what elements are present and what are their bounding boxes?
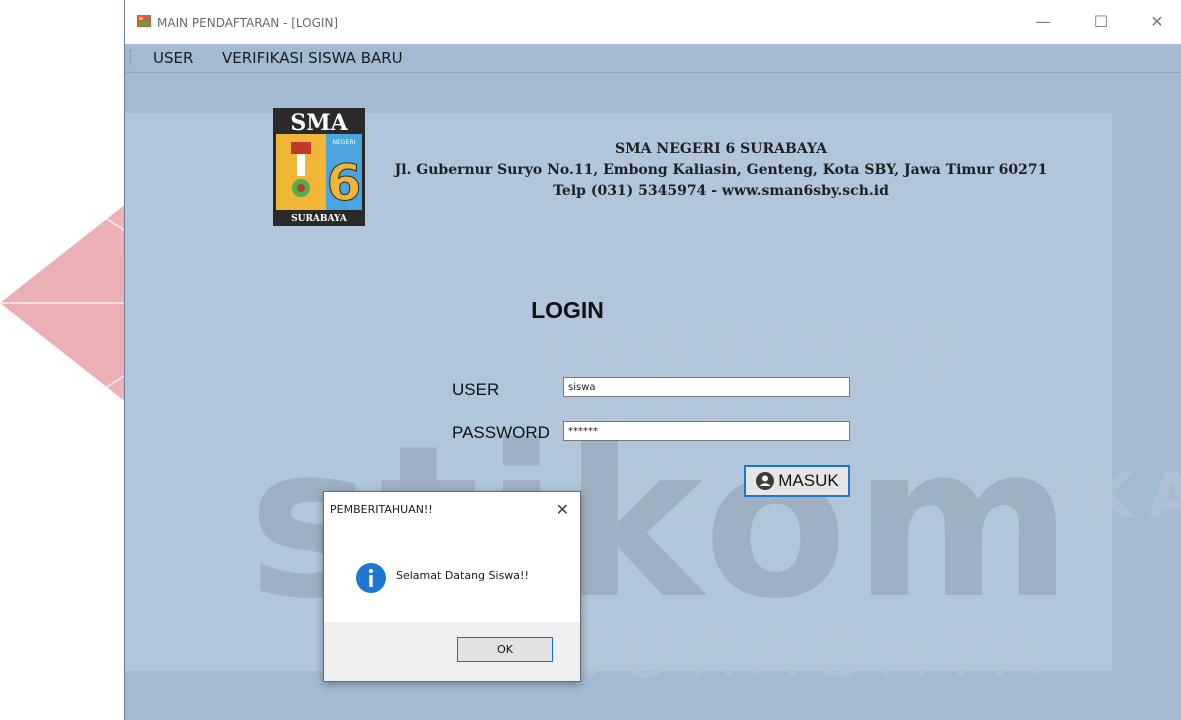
menu-bar: USER VERIFIKASI SISWA BARU (125, 44, 1181, 73)
maximize-icon[interactable]: ☐ (1091, 12, 1111, 32)
school-address: Jl. Gubernur Suryo No.11, Embong Kaliasi… (394, 162, 1048, 178)
main-window: MAIN PENDAFTARAN - [LOGIN] — ☐ ✕ USER VE… (124, 0, 1181, 720)
close-icon[interactable]: ✕ (1147, 12, 1167, 32)
dialog-body: Selamat Datang Siswa!! (324, 526, 580, 622)
menu-item-user[interactable]: USER (153, 49, 193, 67)
message-dialog: PEMBERITAHUAN!! ✕ Selamat Datang Siswa!!… (323, 491, 581, 682)
password-label: PASSWORD (452, 423, 550, 442)
app-icon (137, 15, 151, 27)
dialog-title-bar: PEMBERITAHUAN!! ✕ (324, 492, 580, 526)
dialog-message: Selamat Datang Siswa!! (396, 569, 529, 582)
school-name: SMA NEGERI 6 SURABAYA (615, 141, 827, 157)
minimize-icon[interactable]: — (1033, 12, 1053, 32)
login-title: LOGIN (531, 297, 604, 323)
logo-sma-text: SMA (290, 110, 348, 136)
menu-item-verifikasi-siswa-baru[interactable]: VERIFIKASI SISWA BARU (222, 49, 403, 67)
user-input[interactable] (563, 377, 850, 397)
masuk-button[interactable]: MASUK (744, 465, 850, 497)
menu-grip (130, 50, 133, 66)
dialog-title: PEMBERITAHUAN!! (330, 503, 433, 516)
dialog-close-icon[interactable]: ✕ (556, 500, 569, 519)
school-contact: Telp (031) 5345974 - www.sman6sby.sch.id (553, 183, 889, 199)
ok-button[interactable]: OK (457, 637, 553, 662)
user-icon (756, 472, 775, 490)
logo-surabaya-text: SURABAYA (291, 214, 348, 224)
info-icon (356, 563, 386, 593)
title-bar: MAIN PENDAFTARAN - [LOGIN] — ☐ ✕ (125, 0, 1181, 44)
password-input[interactable] (563, 421, 850, 441)
window-title: MAIN PENDAFTARAN - [LOGIN] (157, 16, 339, 30)
user-label: USER (452, 380, 500, 399)
masuk-button-label: MASUK (778, 471, 839, 490)
school-header: SMA NEGERI 6 SURABAYA Jl. Gubernur Suryo… (351, 139, 1091, 202)
